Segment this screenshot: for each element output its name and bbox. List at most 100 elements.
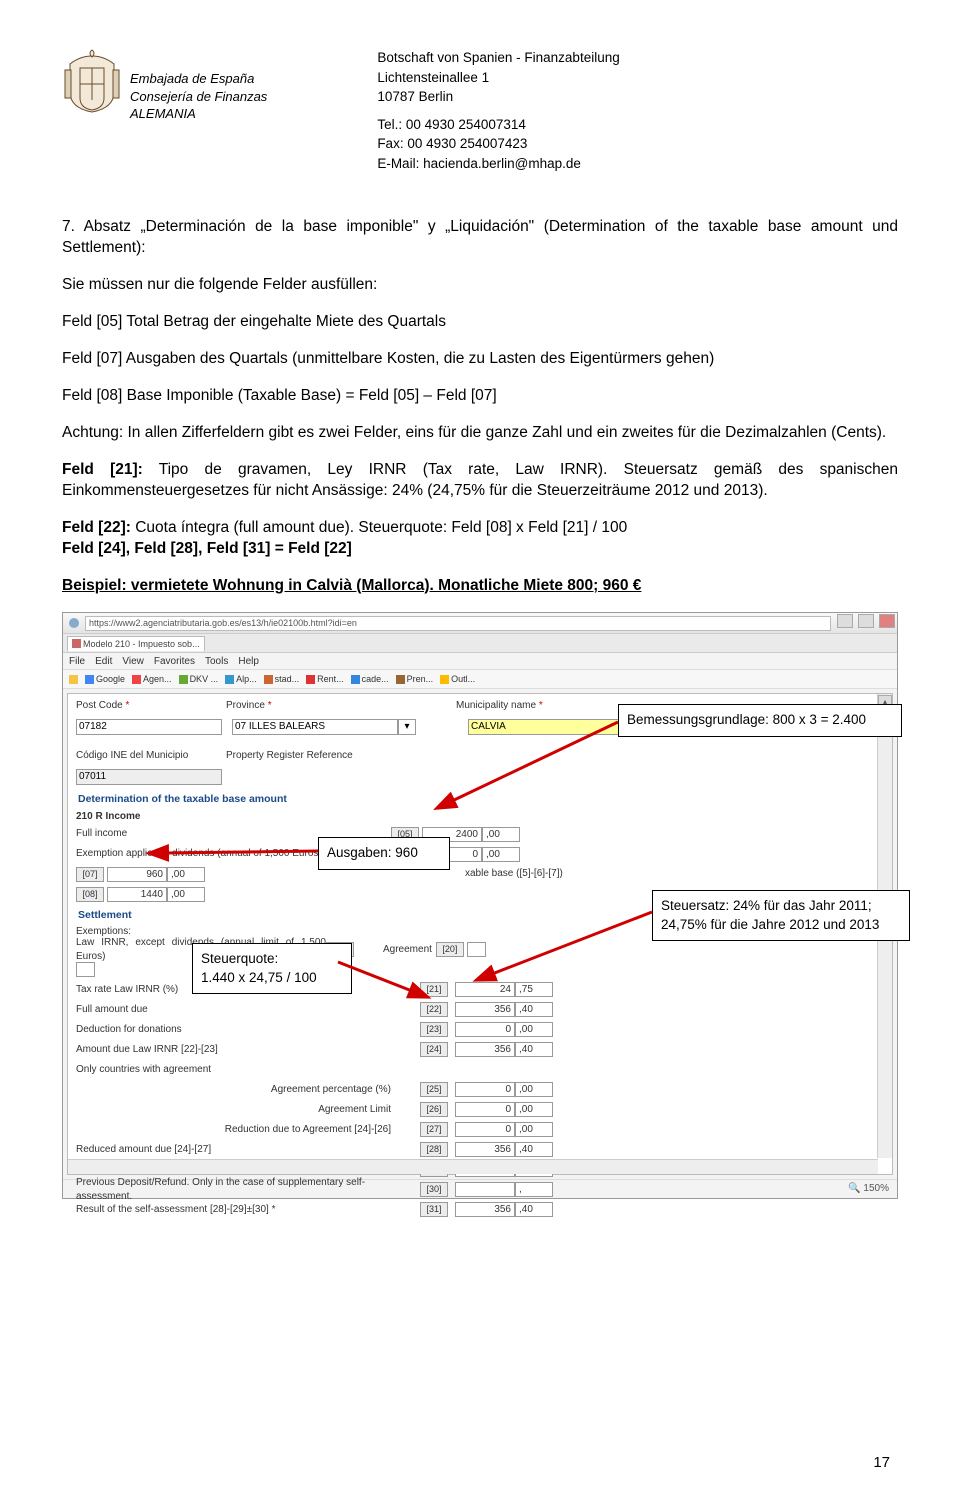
cents-field[interactable]: ,40 [515,1142,553,1157]
bookmark[interactable]: Rent... [306,673,344,685]
amount-field[interactable]: 0 [455,1022,515,1037]
star-icon [69,675,78,684]
contact-line: E-Mail: hacienda.berlin@mhap.de [377,154,619,174]
menu-item[interactable]: Help [238,655,259,669]
label: Previous Deposit/Refund. Only in the cas… [76,1176,391,1203]
form-row: Only countries with agreement [68,1060,892,1080]
label: Full amount due [76,1003,391,1017]
cents-field[interactable]: , [515,1182,553,1197]
amount-field[interactable]: 356 [455,1142,515,1157]
field-number: [07] [76,867,104,882]
bookmark-icon [351,675,360,684]
menu-item[interactable]: Edit [95,655,112,669]
cents-field[interactable]: ,40 [515,1002,553,1017]
amount-field[interactable]: 960 [107,867,167,882]
amount-field[interactable]: 1440 [107,887,167,902]
contact-line: Botschaft von Spanien - Finanzabteilung [377,48,619,68]
bookmark[interactable]: stad... [264,673,300,685]
cents-field[interactable]: ,00 [515,1022,553,1037]
screenshot-container: https://www2.agenciatributaria.gob.es/es… [62,612,898,1199]
menu-item[interactable]: Favorites [154,655,195,669]
amount-field[interactable]: 0 [455,1082,515,1097]
paragraph: Feld [24], Feld [28], Feld [31] = Feld [… [62,539,898,560]
browser-titlebar: https://www2.agenciatributaria.gob.es/es… [63,613,897,634]
contact-info: Botschaft von Spanien - Finanzabteilung … [377,48,619,173]
horizontal-scrollbar[interactable] [68,1159,878,1174]
dropdown-icon[interactable]: ▾ [398,719,416,735]
contact-line: Fax: 00 4930 254007423 [377,134,619,154]
sender-line: Consejería de Finanzas [130,88,267,106]
document-body: 7. Absatz „Determinación de la base impo… [62,217,898,1199]
menu-item[interactable]: View [122,655,144,669]
cents-field[interactable]: ,40 [515,1042,553,1057]
postcode-input[interactable]: 07182 [76,719,222,735]
amount-field[interactable]: 356 [455,1042,515,1057]
paragraph: Achtung: In allen Zifferfeldern gibt es … [62,423,898,444]
spanish-coat-of-arms-icon [62,42,122,114]
section-heading: Determination of the taxable base amount [68,788,892,808]
form-row: Agreement Limit[26]0,00 [68,1100,892,1120]
field-number: [20] [436,942,464,957]
browser-tab[interactable]: Modelo 210 - Impuesto sob... [67,636,205,651]
maximize-button[interactable] [858,614,874,628]
field-label: Feld [21]: [62,461,143,478]
bookmark-icon [85,675,94,684]
field-number: [23] [420,1022,448,1037]
bookmark[interactable] [69,675,78,684]
bookmark[interactable]: Google [85,673,125,685]
checkbox[interactable] [467,942,486,957]
field-label: Feld [22]: [62,519,131,536]
province-select[interactable]: 07 ILLES BALEARS [232,719,398,735]
form-row: Reduction due to Agreement [24]-[26][27]… [68,1120,892,1140]
field-number: [21] [420,982,448,997]
amount-field[interactable]: 24 [455,982,515,997]
close-button[interactable] [879,614,895,628]
cents-field[interactable]: ,00 [515,1102,553,1117]
sender-line: Embajada de España [130,70,267,88]
label: Reduced amount due [24]-[27] [76,1143,391,1157]
form-row: Reduced amount due [24]-[27][28]356,40 [68,1140,892,1160]
label: Province * [226,699,456,713]
menu-item[interactable]: File [69,655,85,669]
contact-line: Lichtensteinallee 1 [377,68,619,88]
cents-field[interactable]: ,75 [515,982,553,997]
label: xable base ([5]-[6]-[7]) [465,867,563,881]
sender-info: Embajada de España Consejería de Finanza… [130,70,267,173]
bookmark-icon [396,675,405,684]
cents-field[interactable]: ,00 [167,867,205,882]
form-row: Amount due Law IRNR [22]-[23][24]356,40 [68,1040,892,1060]
field-number: [31] [420,1202,448,1217]
form-row-exemption: Exemption applied to dividends (annual o… [68,844,892,864]
bookmark[interactable]: Agen... [132,673,172,685]
cents-field[interactable]: ,00 [482,827,520,842]
amount-field[interactable]: 0 [455,1102,515,1117]
address-bar[interactable]: https://www2.agenciatributaria.gob.es/es… [85,616,831,631]
numeric-rows: Tax rate Law IRNR (%)[21]24,75Full amoun… [68,980,892,1220]
checkbox[interactable] [76,962,95,977]
cents-field[interactable]: ,40 [515,1202,553,1217]
field-number: [08] [76,887,104,902]
bookmark[interactable]: DKV ... [179,673,219,685]
field-number: [24] [420,1042,448,1057]
callout-box: Steuerquote:1.440 x 24,75 / 100 [192,943,352,993]
paragraph: Feld [21]: Tipo de gravamen, Ley IRNR (T… [62,460,898,502]
bookmark[interactable]: Alp... [225,673,257,685]
cents-field[interactable]: ,00 [515,1082,553,1097]
bookmark[interactable]: Pren... [396,673,434,685]
cents-field[interactable]: ,00 [482,847,520,862]
field-number: [25] [420,1082,448,1097]
tab-bar: Modelo 210 - Impuesto sob... [63,634,897,653]
callout-box: Bemessungsgrundlage: 800 x 3 = 2.400 [618,704,902,736]
cents-field[interactable]: ,00 [167,887,205,902]
contact-line: Tel.: 00 4930 254007314 [377,115,619,135]
amount-field[interactable]: 0 [455,1122,515,1137]
bookmark[interactable]: cade... [351,673,389,685]
contact-line: 10787 Berlin [377,87,619,107]
minimize-button[interactable] [837,614,853,628]
bookmark[interactable]: Outl... [440,673,475,685]
amount-field[interactable] [455,1182,515,1197]
menu-item[interactable]: Tools [205,655,228,669]
amount-field[interactable]: 356 [455,1002,515,1017]
amount-field[interactable]: 356 [455,1202,515,1217]
cents-field[interactable]: ,00 [515,1122,553,1137]
